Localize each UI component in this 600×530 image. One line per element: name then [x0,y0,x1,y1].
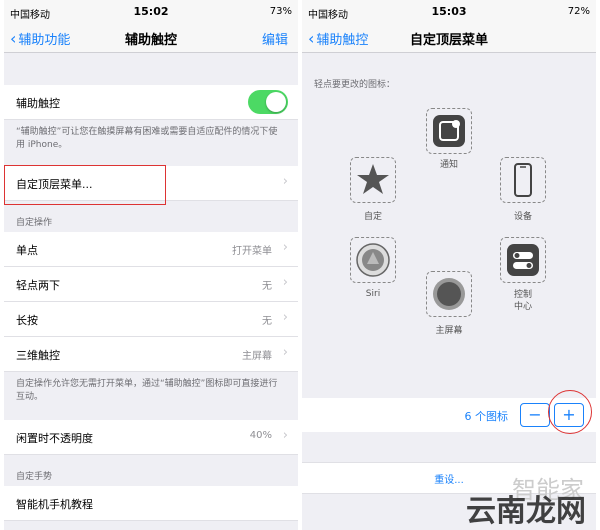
idle-opacity-value: 40% [249,430,272,441]
icon-count: 6 个图标 [464,410,509,423]
clock: 15:03 [431,5,467,18]
page-title: 辅助触控 [124,33,177,48]
siri-slot[interactable] [350,237,396,283]
action-label: 三维触控 [16,349,60,362]
annotation-highlight-box [4,165,166,205]
status-bar: 中国移动 15:03 72% [302,0,596,24]
control-center-slot[interactable] [500,237,546,283]
battery: 73% [269,6,292,17]
notification-label: 通知 [439,160,458,170]
assistive-touch-label: 辅助触控 [16,97,60,110]
home-label: 主屏幕 [435,326,463,336]
device-icon [514,163,532,197]
battery: 72% [567,6,590,17]
nav-bar: ‹ 辅助触控 自定顶层菜单 [302,24,596,53]
custom-action-row[interactable]: 轻点两下 无 › [4,267,298,302]
actions-note: 自定操作允许您无需打开菜单，通过“辅助触控”图标即可直接进行互动。 [16,379,278,402]
custom-action-row[interactable]: 三维触控 主屏幕 › [4,337,298,372]
action-value: 打开菜单 [232,246,272,257]
control-center-icon [507,244,539,276]
nav-bar: ‹ 辅助功能 辅助触控 编辑 [4,24,298,53]
action-value: 无 [262,281,272,292]
action-value: 主屏幕 [242,351,272,362]
device-label: 设备 [513,212,532,222]
action-label: 长按 [16,314,38,327]
left-screen: 中国移动 15:02 73% ‹ 辅助功能 辅助触控 编辑 辅助触控 “辅助触控”… [4,0,298,530]
chevron-right-icon: › [282,174,288,189]
hint-text: 轻点要更改的图标： [314,80,396,90]
notification-icon [433,115,465,147]
chevron-right-icon: › [282,345,288,360]
siri-label: Siri [365,289,381,299]
assistive-touch-row: 辅助触控 [4,85,298,120]
icon-layout: 轻点要更改的图标： 通知 自定 设备 Siri 主屏幕 控制 中心 [302,53,596,393]
notification-slot[interactable] [426,108,472,154]
idle-opacity-row[interactable]: 闲置时不透明度 40% › [4,420,298,455]
home-slot[interactable] [426,271,472,317]
page-title: 自定顶层菜单 [409,33,488,48]
toggle-note: “辅助触控”可让您在触摸屏幕有困难或需要自适应配件的情况下使用 iPhone。 [16,127,278,150]
tutorial-label: 智能机手机教程 [16,498,93,511]
watermark: 云南龙网 [466,494,586,529]
action-value: 无 [262,316,272,327]
siri-icon [356,243,390,277]
device-slot[interactable] [500,157,546,203]
tutorial-row[interactable]: 智能机手机教程 [4,486,298,521]
minus-button[interactable]: − [520,403,550,427]
custom-action-row[interactable]: 长按 无 › [4,302,298,337]
gestures-header: 自定手势 [16,472,53,482]
chevron-right-icon: › [282,240,288,255]
clock: 15:02 [133,5,169,18]
edit-button[interactable]: 编辑 [262,29,288,48]
action-label: 单点 [16,244,38,257]
annotation-circle [548,390,592,434]
idle-opacity-label: 闲置时不透明度 [16,432,93,445]
custom-actions-header: 自定操作 [16,218,53,228]
chevron-right-icon: › [282,275,288,290]
home-button-icon [433,278,465,310]
control-center-label: 控制 中心 [513,290,532,312]
chevron-right-icon: › [282,310,288,325]
star-icon [357,164,389,194]
chevron-right-icon: › [282,428,288,443]
assistive-touch-toggle[interactable] [248,90,288,114]
custom-action-row[interactable]: 单点 打开菜单 › [4,232,298,267]
custom-slot[interactable] [350,157,396,203]
custom-label: 自定 [363,212,382,222]
right-screen: 中国移动 15:03 72% ‹ 辅助触控 自定顶层菜单 轻点要更改的图标： 通知… [302,0,596,530]
status-bar: 中国移动 15:02 73% [4,0,298,24]
action-label: 轻点两下 [16,279,60,292]
